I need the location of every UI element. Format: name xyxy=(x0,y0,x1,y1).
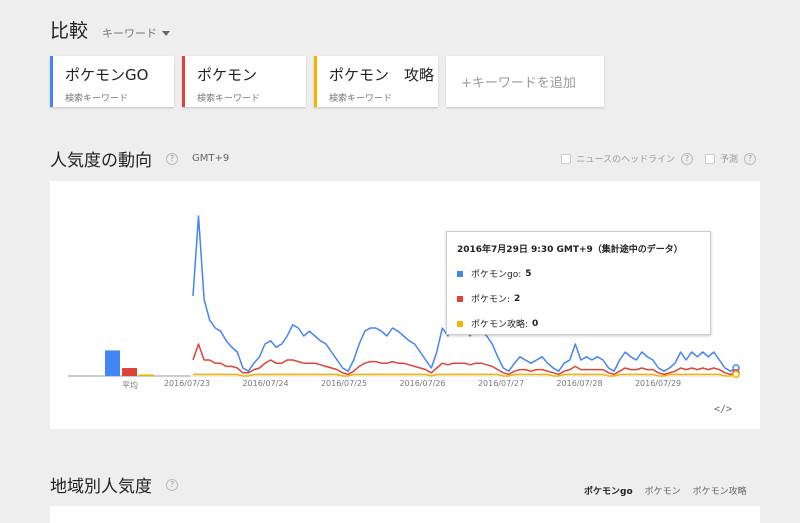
compare-title: 比較 xyxy=(50,20,89,42)
region-header: 地域別人気度 ? xyxy=(50,472,178,497)
average-bar xyxy=(105,350,120,376)
series-line xyxy=(192,343,737,376)
x-tick-label: 2016/07/25 xyxy=(321,379,367,388)
keyword-dropdown-label: キーワード xyxy=(102,27,158,40)
x-tick-label: 2016/07/27 xyxy=(478,379,524,388)
timezone-label: GMT+9 xyxy=(192,153,230,164)
series-swatch xyxy=(457,320,463,327)
add-keyword-button[interactable]: +キーワードを追加 xyxy=(446,56,604,107)
keyword-cards: ポケモンGO 検索キーワード ポケモン 検索キーワード ポケモン 攻略 検索キー… xyxy=(50,56,604,107)
average-bar xyxy=(122,368,137,376)
help-icon[interactable]: ? xyxy=(744,152,756,165)
region-tabs: ポケモンgo ポケモン ポケモン攻略 xyxy=(578,480,753,508)
caret-down-icon xyxy=(162,30,171,36)
tooltip-row: ポケモン攻略: 0 xyxy=(457,317,700,330)
keyword-card-pokemon-guide[interactable]: ポケモン 攻略 検索キーワード xyxy=(314,56,438,107)
card-keyword: ポケモン 攻略 xyxy=(329,66,435,84)
tooltip-label: ポケモン: xyxy=(471,295,511,305)
chart-options: ニュースのヘッドライン ? 予測 ? xyxy=(561,152,760,165)
series-swatch xyxy=(457,295,463,302)
x-tick-label: 2016/07/28 xyxy=(556,379,602,388)
average-label: 平均 xyxy=(122,380,138,390)
trend-header: 人気度の動向 ? GMT+9 ニュースのヘッドライン ? 予測 ? xyxy=(50,146,760,171)
region-title: 地域別人気度 xyxy=(50,477,152,497)
forecast-option[interactable]: 予測 ? xyxy=(704,152,756,165)
card-keyword: ポケモンGO xyxy=(65,66,149,84)
tooltip-value: 2 xyxy=(514,293,521,304)
card-subtitle: 検索キーワード xyxy=(329,94,393,104)
tab-pokemon[interactable]: ポケモン xyxy=(639,480,687,508)
tooltip-row: ポケモン: 2 xyxy=(457,292,700,305)
headlines-checkbox[interactable] xyxy=(561,153,572,164)
card-color-bar xyxy=(182,56,185,107)
x-tick-label: 2016/07/29 xyxy=(635,379,681,388)
x-tick-label: 2016/07/26 xyxy=(399,379,445,388)
forecast-checkbox[interactable] xyxy=(704,153,715,164)
region-card xyxy=(50,506,760,523)
x-tick-label: 2016/07/23 xyxy=(164,379,210,388)
keyword-card-pokemon[interactable]: ポケモン 検索キーワード xyxy=(182,56,306,107)
embed-code-icon[interactable]: </> xyxy=(714,404,732,415)
average-bar xyxy=(139,374,154,376)
compare-header: 比較 キーワード xyxy=(50,16,171,43)
card-subtitle: 検索キーワード xyxy=(197,94,261,104)
series-swatch xyxy=(457,270,463,277)
series-endpoint-marker xyxy=(732,370,740,379)
x-tick-label: 2016/07/24 xyxy=(242,379,288,388)
help-icon[interactable]: ? xyxy=(166,478,178,491)
tooltip-label: ポケモンgo: xyxy=(471,270,522,280)
tab-pokemon-guide[interactable]: ポケモン攻略 xyxy=(687,480,753,508)
tooltip-row: ポケモンgo: 5 xyxy=(457,267,700,280)
forecast-label: 予測 xyxy=(719,155,738,165)
headlines-label: ニュースのヘッドライン xyxy=(576,155,675,165)
keyword-card-pokemongo[interactable]: ポケモンGO 検索キーワード xyxy=(50,56,174,107)
keyword-dropdown[interactable]: キーワード xyxy=(102,25,171,41)
card-subtitle: 検索キーワード xyxy=(65,94,129,104)
card-color-bar xyxy=(314,56,317,107)
help-icon[interactable]: ? xyxy=(680,152,693,165)
tab-pokemongo[interactable]: ポケモンgo xyxy=(578,480,639,508)
trend-title: 人気度の動向 xyxy=(50,151,152,171)
headlines-option[interactable]: ニュースのヘッドライン ? xyxy=(561,152,693,165)
card-color-bar xyxy=(50,56,53,107)
tooltip-title: 2016年7月29日 9:30 GMT+9（集計途中のデータ） xyxy=(457,245,683,255)
tooltip-value: 0 xyxy=(532,318,539,329)
card-keyword: ポケモン xyxy=(197,66,258,84)
help-icon[interactable]: ? xyxy=(166,152,178,165)
chart-tooltip: 2016年7月29日 9:30 GMT+9（集計途中のデータ） ポケモンgo: … xyxy=(446,231,711,335)
tooltip-value: 5 xyxy=(525,268,532,279)
tooltip-label: ポケモン攻略: xyxy=(471,320,529,330)
